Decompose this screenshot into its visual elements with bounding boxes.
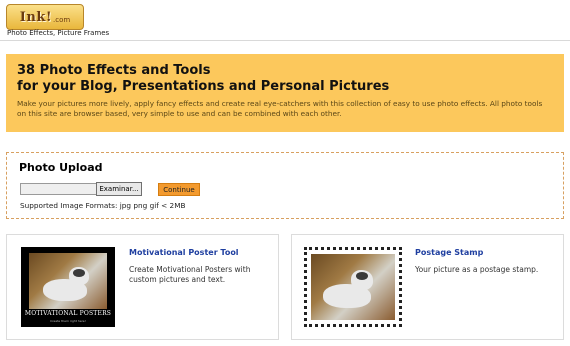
motivational-poster-thumbnail[interactable]: MOTIVATIONAL POSTERS Create them right h… xyxy=(21,247,115,327)
file-path-field[interactable] xyxy=(20,183,98,195)
supported-formats-text: Supported Image Formats: jpg png gif < 2… xyxy=(20,201,186,210)
browse-button[interactable]: Examinar... xyxy=(96,182,142,196)
site-tagline: Photo Effects, Picture Frames xyxy=(7,29,110,37)
postage-stamp-description: Your picture as a postage stamp. xyxy=(415,265,539,274)
upload-title: Photo Upload xyxy=(19,161,103,174)
motivational-poster-description: Create Motivational Posters with custom … xyxy=(129,265,251,284)
cat-marking-shape xyxy=(73,269,85,277)
banner-title-line1: 38 Photo Effects and Tools xyxy=(17,63,211,78)
photo-upload-panel: Photo Upload Examinar... Continue Suppor… xyxy=(6,152,564,219)
banner-description: Make your pictures more lively, apply fa… xyxy=(17,99,543,118)
cat-photo xyxy=(29,253,107,309)
banner-title: 38 Photo Effects and Tools for your Blog… xyxy=(17,63,564,95)
cat-photo xyxy=(311,254,395,320)
postage-stamp-link[interactable]: Postage Stamp xyxy=(415,248,483,257)
poster-caption: MOTIVATIONAL POSTERS xyxy=(24,310,112,317)
banner-title-line2: for your Blog, Presentations and Persona… xyxy=(17,79,390,94)
poster-subcaption: Create them right here! xyxy=(50,319,86,323)
header-divider xyxy=(0,40,570,41)
tool-card-motivational-poster: MOTIVATIONAL POSTERS Create them right h… xyxy=(6,234,279,340)
motivational-poster-link[interactable]: Motivational Poster Tool xyxy=(129,248,239,257)
tool-card-postage-stamp: Postage Stamp Your picture as a postage … xyxy=(291,234,564,340)
intro-banner: 38 Photo Effects and Tools for your Blog… xyxy=(6,54,564,132)
postage-stamp-thumbnail[interactable] xyxy=(304,247,402,327)
logo-text: Ink! xyxy=(19,9,53,25)
site-logo[interactable]: Ink! .com xyxy=(6,4,84,30)
cat-marking-shape xyxy=(356,272,368,280)
logo-suffix: .com xyxy=(53,15,71,24)
continue-button[interactable]: Continue xyxy=(158,183,200,196)
